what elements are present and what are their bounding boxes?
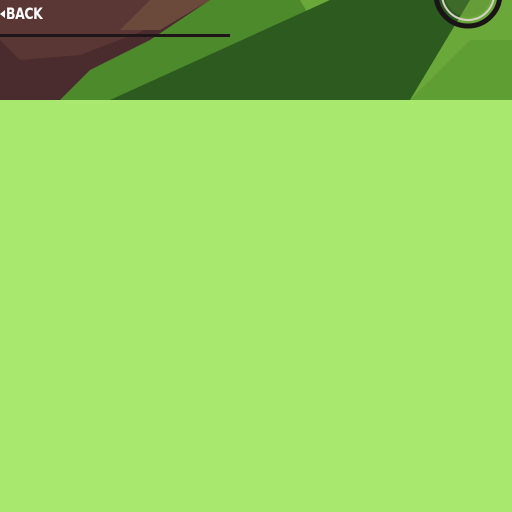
scene-illustration (0, 0, 512, 100)
back-button[interactable]: BACK (0, 0, 57, 28)
app-screen: BACK (0, 0, 512, 512)
scene-header-banner: BACK (0, 0, 512, 100)
ground-line (0, 34, 230, 37)
content-area (0, 100, 512, 512)
back-button-label: BACK (6, 4, 43, 23)
